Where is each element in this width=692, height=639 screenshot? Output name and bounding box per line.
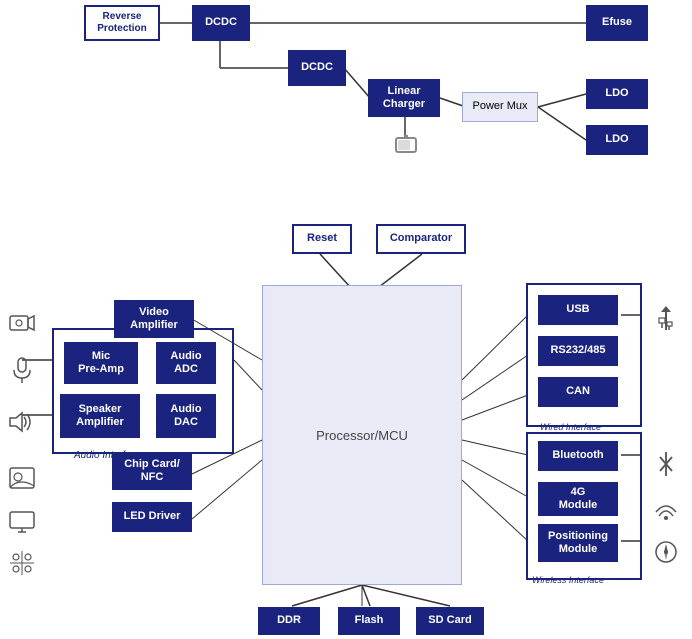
camera-icon xyxy=(4,305,40,341)
reset-block: Reset xyxy=(292,224,352,254)
people-icon xyxy=(4,545,40,581)
sd-card-block: SD Card xyxy=(416,607,484,635)
linear-charger-block: Linear Charger xyxy=(368,79,440,117)
video-amplifier-block: Video Amplifier xyxy=(114,300,194,338)
compass-icon xyxy=(648,534,684,570)
efuse-block: Efuse xyxy=(586,5,648,41)
positioning-module-block: Positioning Module xyxy=(538,524,618,562)
ldo2-block: LDO xyxy=(586,125,648,155)
dcdc2-block: DCDC xyxy=(288,50,346,86)
wireless-interface-label: Wireless Interface xyxy=(532,575,604,585)
can-block: CAN xyxy=(538,377,618,407)
processor-mcu-block: Processor/MCU xyxy=(262,285,462,585)
dcdc1-block: DCDC xyxy=(192,5,250,41)
ddr-block: DDR xyxy=(258,607,320,635)
speaker-icon xyxy=(4,404,40,440)
module-4g-block: 4G Module xyxy=(538,482,618,516)
power-mux-block: Power Mux xyxy=(462,92,538,122)
mic-icon xyxy=(4,352,40,388)
mic-preamp-block: Mic Pre-Amp xyxy=(64,342,138,384)
speaker-amplifier-block: Speaker Amplifier xyxy=(60,394,140,438)
bluetooth-icon xyxy=(648,446,684,482)
bluetooth-block: Bluetooth xyxy=(538,441,618,471)
audio-dac-block: Audio DAC xyxy=(156,394,216,438)
display-icon xyxy=(4,504,40,540)
chip-card-nfc-block: Chip Card/ NFC xyxy=(112,452,192,490)
contact-icon xyxy=(4,460,40,496)
comparator-block: Comparator xyxy=(376,224,466,254)
led-driver-block: LED Driver xyxy=(112,502,192,532)
rs232-block: RS232/485 xyxy=(538,336,618,366)
wireless-icon xyxy=(648,490,684,526)
audio-adc-block: Audio ADC xyxy=(156,342,216,384)
wired-interface-label: Wired Interface xyxy=(540,422,601,432)
usb-block: USB xyxy=(538,295,618,325)
usb-icon xyxy=(648,302,684,338)
ldo1-block: LDO xyxy=(586,79,648,109)
flash-block: Flash xyxy=(338,607,400,635)
battery-icon xyxy=(390,130,422,162)
reverse-protection-block: Reverse Protection xyxy=(84,5,160,41)
